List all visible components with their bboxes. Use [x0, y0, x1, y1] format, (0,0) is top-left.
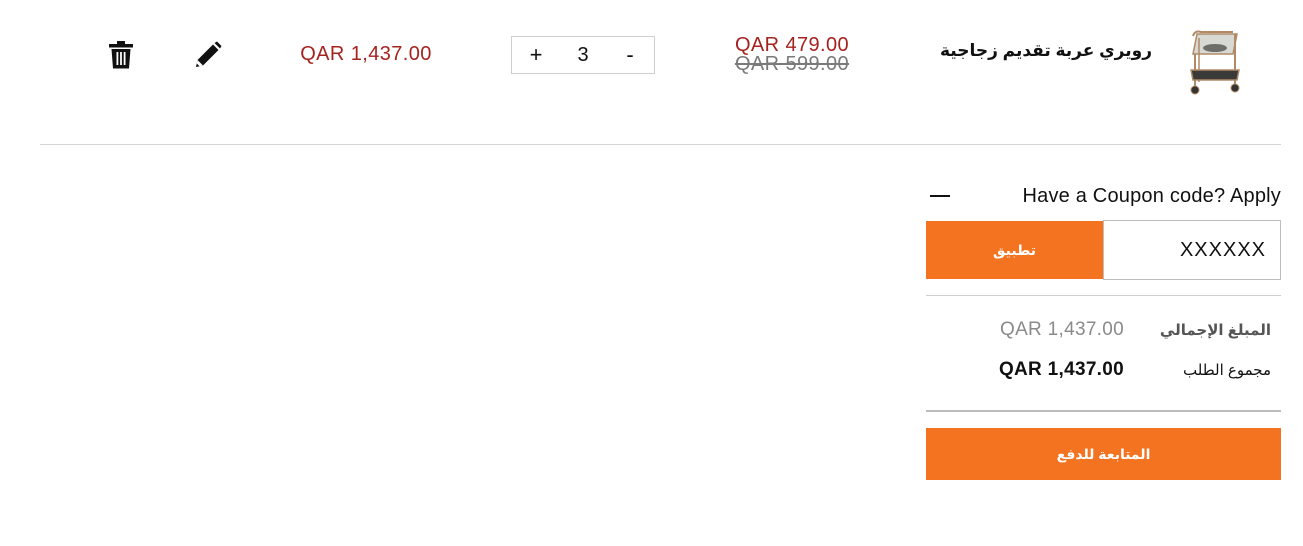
cart-page: QAR 1,437.00 + - QAR 479.00 QAR 599.00 ر…: [0, 0, 1303, 546]
serving-cart-thumbnail: [1190, 30, 1240, 95]
row-total-price: QAR 1,437.00: [300, 43, 432, 65]
checkout-divider: [926, 410, 1281, 412]
coupon-toggle-label: Have a Coupon code? Apply: [1022, 185, 1281, 207]
subtotal-value: QAR 1,437.00: [999, 319, 1124, 340]
summary-divider: [926, 295, 1281, 296]
coupon-code-input[interactable]: [1103, 220, 1281, 280]
delete-item-button[interactable]: [108, 40, 134, 70]
subtotal-row: المبلغ الإجمالي QAR 1,437.00: [926, 319, 1281, 343]
coupon-toggle[interactable]: Have a Coupon code? Apply: [926, 185, 1281, 209]
product-thumbnail[interactable]: [1183, 24, 1247, 96]
minus-icon: [930, 195, 950, 197]
section-divider: [40, 144, 1281, 145]
edit-item-button[interactable]: [194, 41, 222, 69]
original-price: QAR 599.00: [734, 53, 850, 75]
proceed-to-checkout-button[interactable]: المتابعة للدفع: [926, 428, 1281, 480]
quantity-increase-button[interactable]: +: [512, 37, 560, 73]
trash-icon: [109, 41, 133, 69]
subtotal-label: المبلغ الإجمالي: [1159, 322, 1271, 339]
grand-total-value: QAR 1,437.00: [998, 359, 1124, 380]
cart-item-row: QAR 1,437.00 + - QAR 479.00 QAR 599.00 ر…: [0, 0, 1303, 120]
grand-total-row: مجموع الطلب QAR 1,437.00: [926, 359, 1281, 383]
apply-coupon-button[interactable]: تطبيق: [926, 221, 1103, 279]
quantity-input[interactable]: [560, 37, 606, 73]
product-name-link[interactable]: رويري عربة تقديم زجاجية: [940, 41, 1152, 61]
quantity-decrease-button[interactable]: -: [606, 37, 654, 73]
pencil-icon: [196, 41, 222, 67]
grand-total-label: مجموع الطلب: [1183, 362, 1271, 379]
quantity-stepper: + -: [511, 36, 655, 74]
